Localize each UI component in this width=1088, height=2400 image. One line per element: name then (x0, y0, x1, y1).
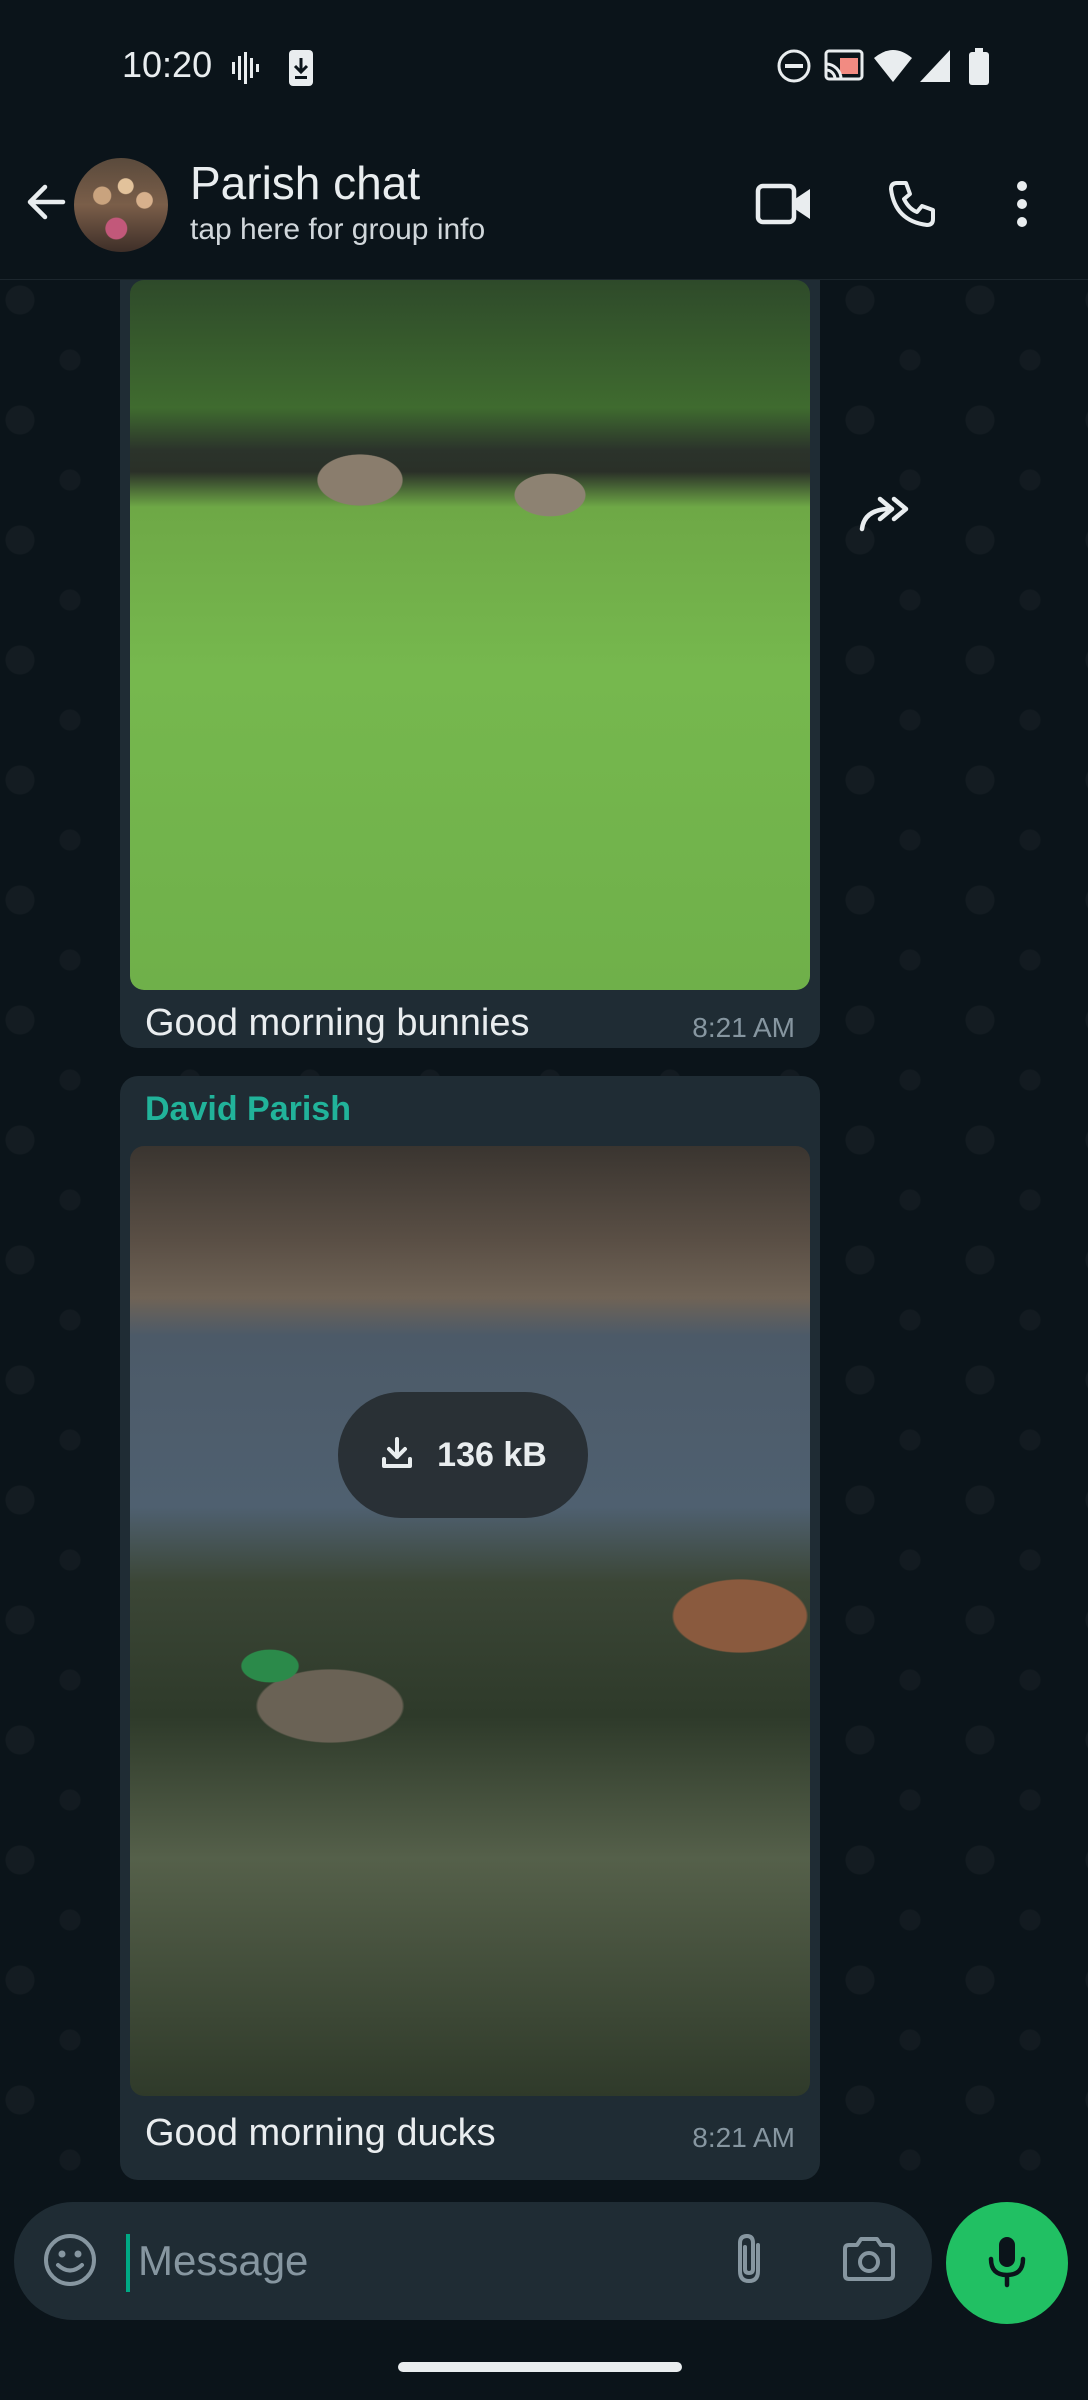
message-caption: Good morning ducks (145, 2112, 496, 2154)
chat-header: Parish chat tap here for group info (0, 140, 1088, 280)
paperclip-icon (732, 2231, 766, 2292)
video-call-icon (755, 183, 813, 230)
video-call-button[interactable] (748, 170, 820, 242)
voice-call-button[interactable] (876, 170, 948, 242)
emoji-icon (42, 2232, 98, 2293)
message-time: 8:21 AM (692, 2122, 795, 2153)
message-input[interactable] (138, 2228, 698, 2294)
sender-name[interactable]: David Parish (145, 1090, 351, 1129)
chat-messages[interactable]: Good morning bunnies 8:21 AM David Paris… (0, 280, 1088, 2180)
wifi-icon (872, 48, 914, 89)
chat-title: Parish chat (190, 157, 421, 209)
emoji-button[interactable] (40, 2232, 100, 2292)
download-button[interactable]: 136 kB (338, 1392, 588, 1518)
message-bubble[interactable]: David Parish Good morning ducks 8:21 AM (120, 1076, 820, 2180)
cast-icon (824, 48, 864, 89)
download-icon (379, 1435, 415, 1476)
back-arrow-icon (23, 179, 69, 230)
voicemail-icon (230, 48, 260, 93)
voice-call-icon (887, 179, 937, 234)
more-options-icon (1014, 180, 1030, 233)
status-bar: 10:20 (0, 0, 1088, 140)
forward-icon (858, 493, 912, 538)
more-options-button[interactable] (986, 170, 1058, 242)
attach-button[interactable] (718, 2230, 780, 2292)
dnd-icon (776, 48, 812, 89)
chat-subtitle: tap here for group info (190, 213, 486, 247)
message-time: 8:21 AM (692, 1012, 795, 1043)
microphone-icon (985, 2233, 1029, 2294)
message-image-ducks[interactable] (130, 1146, 810, 2096)
group-info-link[interactable]: Parish chat tap here for group info (190, 156, 485, 247)
forward-button[interactable] (850, 480, 920, 550)
message-image-bunnies[interactable] (130, 280, 810, 990)
group-avatar[interactable] (74, 158, 168, 252)
voice-message-button[interactable] (946, 2202, 1068, 2324)
text-cursor (126, 2234, 130, 2292)
battery-icon (968, 48, 990, 91)
camera-button[interactable] (836, 2230, 902, 2292)
download-size: 136 kB (437, 1435, 547, 1474)
message-bubble[interactable]: Good morning bunnies 8:21 AM (120, 280, 820, 1048)
signal-icon (918, 48, 952, 89)
message-caption: Good morning bunnies (145, 1002, 530, 1044)
status-time: 10:20 (122, 44, 213, 85)
message-composer (14, 2202, 932, 2320)
camera-icon (841, 2235, 897, 2288)
home-indicator[interactable] (398, 2362, 682, 2372)
back-button[interactable] (16, 174, 76, 234)
download-icon (286, 48, 316, 93)
